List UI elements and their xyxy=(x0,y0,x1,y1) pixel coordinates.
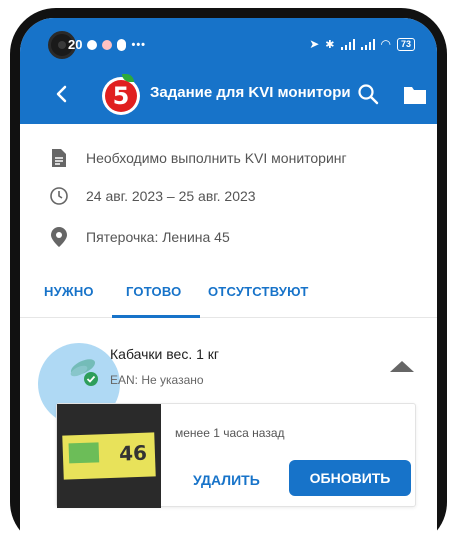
location-pin-icon xyxy=(48,226,70,248)
signal-icon-2 xyxy=(360,38,375,50)
status-time: 20 xyxy=(68,37,83,52)
collapse-arrow-icon[interactable] xyxy=(388,356,416,378)
task-dates: 24 авг. 2023 – 25 авг. 2023 xyxy=(86,188,256,204)
bluetooth-icon: ✱ xyxy=(325,38,335,51)
signal-icon xyxy=(340,38,355,50)
heart-icon xyxy=(102,39,113,50)
status-tabs: НУЖНО ГОТОВО ОТСУТСТВУЮТ xyxy=(20,272,437,318)
task-store-row: Пятерочка: Ленина 45 xyxy=(48,224,230,250)
product-ean: EAN: Не указано xyxy=(110,373,204,387)
status-left: 20 ••• xyxy=(68,37,146,52)
task-description: Необходимо выполнить KVI мониторинг xyxy=(86,150,347,166)
task-dates-row: 24 авг. 2023 – 25 авг. 2023 xyxy=(48,183,256,209)
price-tag: 46 xyxy=(62,432,156,480)
battery-icon: 73 xyxy=(396,37,415,51)
page-title: Задание для KVI монитори xyxy=(150,84,351,101)
price-tag-label xyxy=(68,442,100,464)
location-icon: ➤ xyxy=(309,37,320,51)
status-bar: 20 ••• ➤ ✱ ◠ 73 xyxy=(20,31,437,59)
wifi-icon: ◠ xyxy=(380,37,391,51)
tab-missing[interactable]: ОТСУТСТВУЮТ xyxy=(208,284,309,299)
update-button[interactable]: ОБНОВИТЬ xyxy=(289,460,411,496)
photo-report-card: 46 менее 1 часа назад УДАЛИТЬ ОБНОВИТЬ xyxy=(56,403,416,508)
status-right: ➤ ✱ ◠ 73 xyxy=(309,37,415,51)
screen: 20 ••• ➤ ✱ ◠ 73 5 Задание для KVI монито… xyxy=(20,18,437,535)
tab-selected-indicator xyxy=(112,315,200,318)
notification-icon-2 xyxy=(117,38,127,51)
clock-icon xyxy=(48,185,70,207)
document-icon xyxy=(48,147,70,169)
pyaterochka-logo: 5 xyxy=(102,74,140,115)
back-arrow-icon[interactable] xyxy=(50,82,74,106)
folder-icon[interactable] xyxy=(403,84,427,106)
app-header: 20 ••• ➤ ✱ ◠ 73 5 Задание для KVI монито… xyxy=(20,18,437,124)
notification-icon xyxy=(87,39,98,50)
tab-needed[interactable]: НУЖНО xyxy=(44,284,94,299)
product-name: Кабачки вес. 1 кг xyxy=(110,346,219,362)
photo-timestamp: менее 1 часа назад xyxy=(175,426,285,440)
more-notifications-icon: ••• xyxy=(131,38,147,51)
tab-done[interactable]: ГОТОВО xyxy=(126,284,181,299)
price-tag-value: 46 xyxy=(118,440,148,466)
price-tag-photo[interactable]: 46 xyxy=(57,404,161,508)
delete-button[interactable]: УДАЛИТЬ xyxy=(183,464,270,496)
search-icon[interactable] xyxy=(356,82,380,106)
task-store: Пятерочка: Ленина 45 xyxy=(86,229,230,245)
task-description-row: Необходимо выполнить KVI мониторинг xyxy=(48,145,347,171)
checkmark-icon xyxy=(84,372,98,386)
app-bar: 5 Задание для KVI монитори xyxy=(20,68,437,120)
